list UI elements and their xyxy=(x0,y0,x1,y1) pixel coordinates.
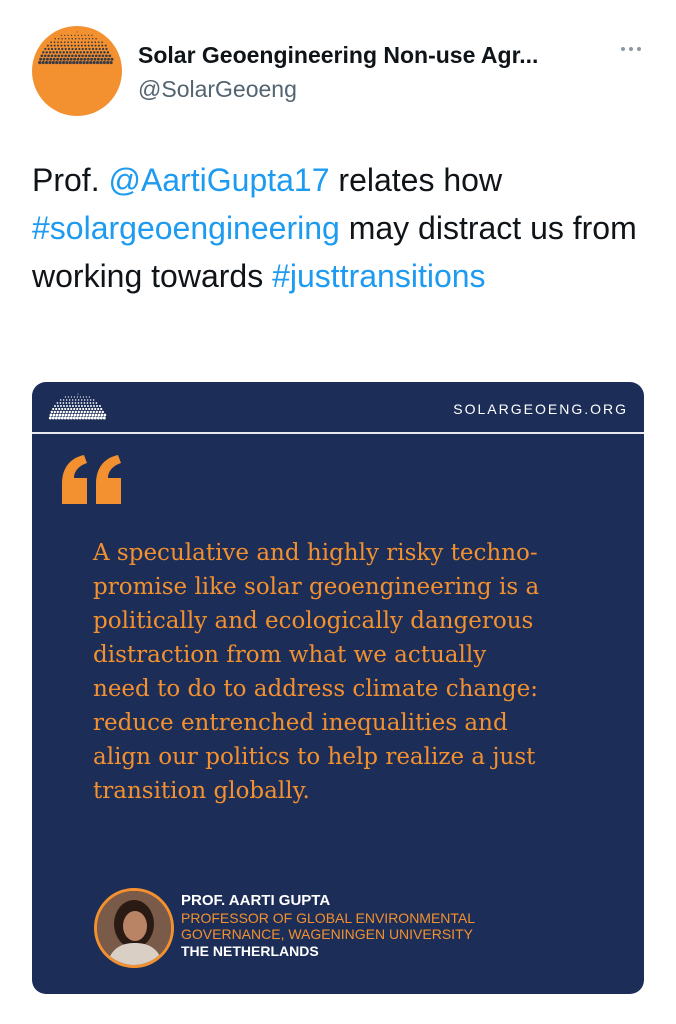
quote-line: A speculative and highly risky techno- xyxy=(93,540,538,566)
speaker-title: PROFESSOR OF GLOBAL ENVIRONMENTAL xyxy=(181,910,476,926)
speaker-country: THE NETHERLANDS xyxy=(181,943,319,959)
tweet-text-middle-1: relates how xyxy=(329,162,503,198)
tweet-header: Solar Geoengineering Non-use Agr... @Sol… xyxy=(32,26,652,116)
quote-card-image[interactable]: SOLARGEOENG.ORG A speculative and highly… xyxy=(32,382,644,994)
author-name[interactable]: Solar Geoengineering Non-use Agr... xyxy=(138,42,538,69)
quote-line: reduce entrenched inequalities and xyxy=(93,710,508,736)
sun-dots-logo-icon xyxy=(48,393,107,420)
quote-line: align our politics to help realize a jus… xyxy=(93,744,536,770)
speaker-title: GOVERNANCE, WAGENINGEN UNIVERSITY xyxy=(181,926,473,942)
quote-line: politically and ecologically dangerous xyxy=(93,608,534,634)
quote-line: distraction from what we actually xyxy=(93,642,487,668)
speaker-info: PROF. AARTI GUPTA PROFESSOR OF GLOBAL EN… xyxy=(181,892,601,960)
hashtag-link-solargeoengineering[interactable]: #solargeoengineering xyxy=(32,210,340,246)
quote-text: A speculative and highly risky techno- p… xyxy=(93,536,613,808)
speaker-name: PROF. AARTI GUPTA xyxy=(181,892,331,909)
tweet-text-prefix: Prof. xyxy=(32,162,109,198)
quote-line: transition globally. xyxy=(93,778,310,804)
author-handle[interactable]: @SolarGeoeng xyxy=(138,76,297,103)
quote-mark-icon xyxy=(62,455,121,504)
quote-line: need to do to address climate change: xyxy=(93,676,539,702)
hashtag-link-justtransitions[interactable]: #justtransitions xyxy=(272,258,485,294)
person-icon xyxy=(97,891,171,965)
tweet-text: Prof. @AartiGupta17 relates how #solarge… xyxy=(32,156,644,300)
mention-link[interactable]: @AartiGupta17 xyxy=(108,162,329,198)
quote-line: promise like solar geoengineering is a xyxy=(93,574,540,600)
speaker-photo xyxy=(94,888,174,968)
card-site-url: SOLARGEOENG.ORG xyxy=(453,401,628,417)
card-divider xyxy=(32,432,644,434)
sun-dots-logo-icon xyxy=(38,31,114,65)
more-horizontal-icon[interactable] xyxy=(620,44,642,54)
author-avatar[interactable] xyxy=(32,26,122,116)
